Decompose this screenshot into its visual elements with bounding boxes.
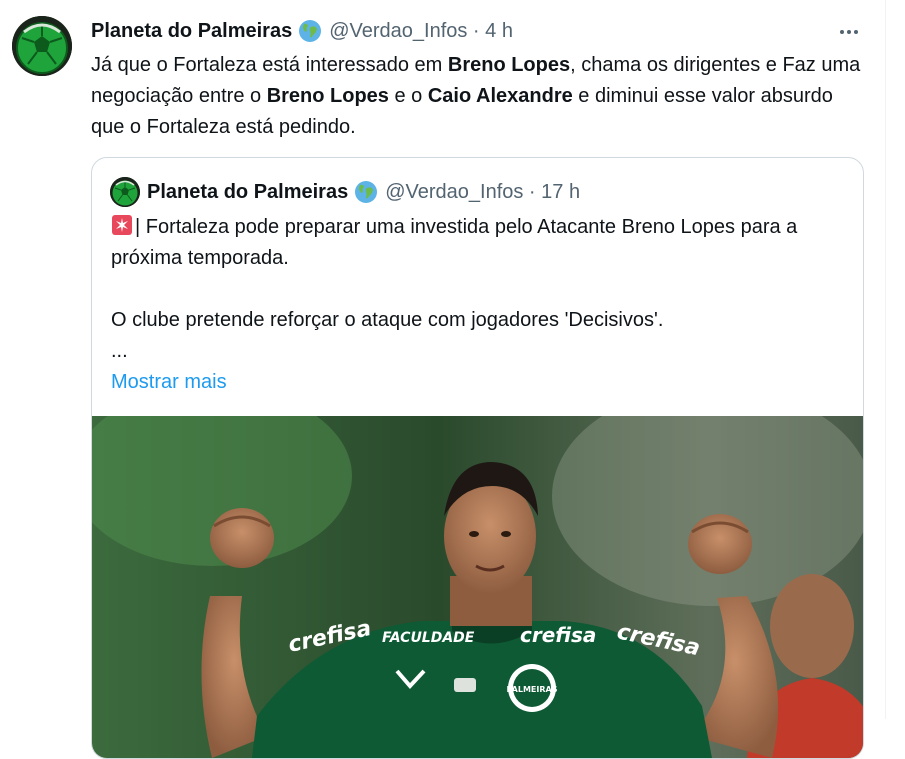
palmeiras-ball-logo <box>12 16 72 76</box>
quoted-author-name: Planeta do Palmeiras <box>147 180 349 203</box>
author-avatar[interactable] <box>12 16 72 76</box>
author-name[interactable]: Planeta do Palmeiras <box>91 20 292 43</box>
quoted-ellipsis: ... <box>111 340 128 362</box>
palmeiras-ball-logo <box>110 177 140 207</box>
quoted-tweet-text: | Fortaleza pode preparar uma investida … <box>111 212 846 398</box>
tweet-header: Planeta do Palmeiras @Verdao_Infos · 4 h <box>91 18 513 44</box>
quoted-line-2: O clube pretende reforçar o ataque com j… <box>111 309 664 331</box>
quoted-tweet-photo[interactable]: crefisa crefisa crefisa FACULDADE PALMEI… <box>92 416 863 758</box>
more-dots-icon[interactable] <box>836 20 862 44</box>
author-handle-time[interactable]: @Verdao_Infos · 4 h <box>329 20 513 43</box>
rotating-light-icon <box>112 215 132 235</box>
player-celebrating-image: crefisa crefisa crefisa FACULDADE PALMEI… <box>92 416 863 758</box>
timeline-divider <box>885 0 886 719</box>
mention-breno-lopes: Breno Lopes <box>447 54 571 76</box>
quoted-tweet-header: Planeta do Palmeiras @Verdao_Infos · 17 … <box>147 178 580 206</box>
quoted-line-1: | Fortaleza pode preparar uma investida … <box>111 215 798 269</box>
globe-emoji-icon <box>299 20 322 42</box>
quoted-author-handle-time: @Verdao_Infos · 17 h <box>385 180 581 203</box>
quoted-author-avatar <box>110 177 140 207</box>
quoted-tweet-card[interactable]: Planeta do Palmeiras @Verdao_Infos · 17 … <box>91 157 864 759</box>
show-more-link[interactable]: Mostrar mais <box>111 367 846 398</box>
mention-caio-alexandre: Caio Alexandre <box>427 85 573 107</box>
jersey-sponsor-chest: FACULDADE <box>382 630 475 646</box>
tweet-text: Já que o Fortaleza está interessado em B… <box>91 54 861 138</box>
jersey-crest-text: PALMEIRAS <box>507 685 558 694</box>
mention-breno-lopes-2: Breno Lopes <box>266 85 389 107</box>
jersey-sponsor-center: crefisa <box>520 623 596 647</box>
globe-emoji-icon <box>355 181 378 203</box>
